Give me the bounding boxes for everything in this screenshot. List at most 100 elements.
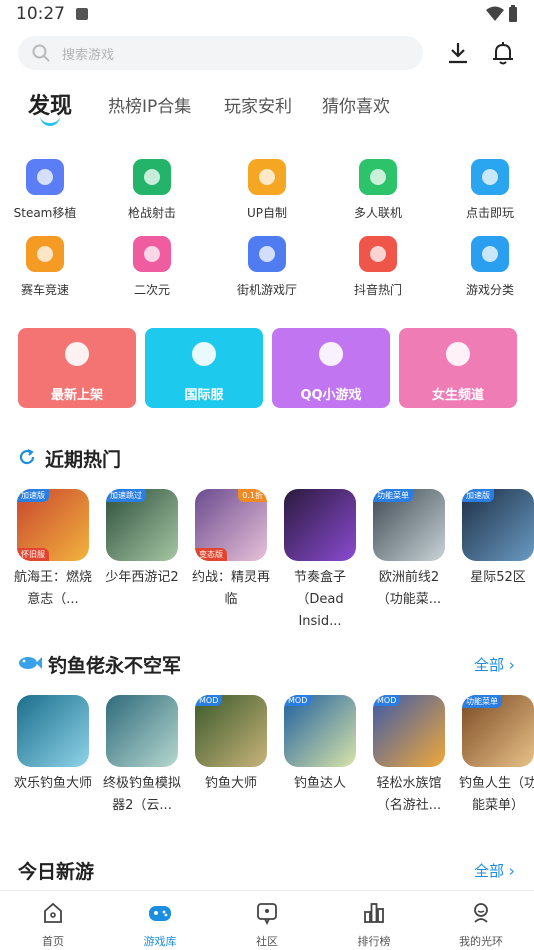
category-steam-port[interactable]: Steam移植 (0, 155, 90, 221)
game-name: 钓鱼达人 (293, 776, 346, 791)
nav-label: 排行榜 (357, 935, 391, 948)
category-label: 二次元 (133, 283, 170, 297)
category-label: 多人联机 (353, 206, 402, 220)
card-flame[interactable]: 最新上架 (18, 328, 136, 408)
game-card[interactable]: 节奏盒子（Dead Insid... (280, 489, 360, 633)
bell-icon[interactable] (490, 40, 516, 66)
category-label: 赛车竞速 (20, 283, 69, 297)
section-title-new: 今日新游 (18, 861, 95, 883)
game-thumbnail: MOD (284, 695, 356, 767)
category-label: 抖音热门 (353, 283, 402, 297)
status-time: 10:27 (16, 4, 65, 24)
card-label: 国际服 (184, 388, 224, 403)
category-cat-face[interactable]: 二次元 (107, 232, 197, 298)
category-label: 点击即玩 (465, 206, 514, 220)
steam-port-icon (23, 155, 67, 199)
game-thumbnail: MOD (195, 695, 267, 767)
game-name: 终极钓鱼模拟器2（云... (102, 776, 181, 813)
card-bow[interactable]: 女生频道 (399, 328, 517, 408)
game-card[interactable]: 加速跳过少年西游记2 (102, 489, 182, 589)
game-thumbnail: MOD (373, 695, 445, 767)
game-card[interactable]: 加速版星际52区 (458, 489, 534, 589)
game-card[interactable]: 加速版怀旧服航海王：燃烧意志（... (13, 489, 93, 611)
game-badge: 功能菜单 (373, 489, 413, 502)
game-card[interactable]: 欢乐钓鱼大师 (13, 695, 93, 795)
game-card[interactable]: MOD 钓鱼达人 (280, 695, 360, 795)
game-card[interactable]: 功能菜单钓鱼人生（功能菜单） (458, 695, 534, 817)
game-card[interactable]: 变态版 0.1折 约战：精灵再临 (191, 489, 271, 611)
card-pacman[interactable]: QQ小游戏 (272, 328, 390, 408)
nav-label: 社区 (256, 935, 278, 948)
nav-label: 我的光环 (459, 935, 503, 948)
game-thumbnail: 变态版 0.1折 (195, 489, 267, 561)
flame-icon (63, 340, 91, 368)
category-arcade[interactable]: 街机游戏厅 (222, 232, 312, 298)
game-card[interactable]: MOD 钓鱼大师 (191, 695, 271, 795)
card-helmet[interactable]: 国际服 (145, 328, 263, 408)
refresh-icon[interactable] (18, 448, 36, 466)
radar-icon (130, 155, 174, 199)
category-radar[interactable]: 枪战射击 (107, 155, 197, 221)
category-gamepad[interactable]: 多人联机 (333, 155, 423, 221)
game-badge: 功能菜单 (462, 695, 502, 708)
game-thumbnail: 加速跳过 (106, 489, 178, 561)
nav-profile[interactable]: 我的光环 (441, 901, 521, 949)
category-star-badge[interactable]: UP自制 (222, 155, 312, 221)
download-icon[interactable] (445, 40, 471, 66)
game-thumbnail (106, 695, 178, 767)
star-badge-icon (245, 155, 289, 199)
category-category-grid[interactable]: 游戏分类 (445, 232, 534, 298)
new-more-link[interactable]: 全部 › (474, 860, 515, 881)
nav-game-library[interactable]: 游戏库 (120, 901, 200, 949)
wifi-icon (486, 6, 504, 21)
game-name: 欢乐钓鱼大师 (13, 776, 92, 791)
tab-guess-like[interactable]: 猜你喜欢 (322, 92, 390, 117)
game-badge: 加速版 (17, 489, 49, 502)
game-card[interactable]: 功能菜单 欧洲前线2（功能菜... (369, 489, 449, 611)
category-label: 游戏分类 (465, 283, 514, 297)
tab-player-recommend[interactable]: 玩家安利 (224, 92, 292, 117)
category-grid-icon (468, 232, 512, 276)
game-thumbnail: 功能菜单 (373, 489, 445, 561)
more-label: 全部 (474, 656, 505, 674)
game-name: 航海王：燃烧意志（... (13, 570, 92, 607)
status-bar: 10:27 (0, 0, 534, 28)
category-label: 街机游戏厅 (236, 283, 297, 297)
battery-icon (509, 5, 517, 22)
game-name: 钓鱼人生（功能菜单） (458, 776, 534, 813)
bow-icon (444, 340, 472, 368)
card-label: 女生频道 (431, 388, 484, 403)
game-badge: 怀旧服 (17, 548, 49, 561)
game-badge: MOD (284, 695, 312, 706)
category-label: UP自制 (246, 206, 288, 220)
flame-icon (356, 232, 400, 276)
game-thumbnail: 加速版 怀旧服 (17, 489, 89, 561)
lightning-play-icon (468, 155, 512, 199)
car-icon (23, 232, 67, 276)
search-input[interactable]: 搜索游戏 (18, 36, 423, 70)
tab-hot-ip[interactable]: 热榜IP合集 (108, 92, 191, 117)
game-name: 星际52区 (470, 570, 526, 585)
arcade-icon (245, 232, 289, 276)
game-thumbnail (17, 695, 89, 767)
nav-community[interactable]: 社区 (227, 901, 307, 949)
category-flame[interactable]: 抖音热门 (333, 232, 423, 298)
game-card[interactable]: MOD 轻松水族馆（名游社... (369, 695, 449, 817)
fishing-more-link[interactable]: 全部 › (474, 654, 515, 675)
game-card[interactable]: 终极钓鱼模拟器2（云... (102, 695, 182, 817)
section-title-fishing: 钓鱼佬永不空军 (48, 655, 182, 677)
game-badge: MOD (373, 695, 401, 706)
category-car[interactable]: 赛车竞速 (0, 232, 90, 298)
search-icon (32, 44, 50, 62)
gamepad-icon (356, 155, 400, 199)
community-icon (257, 903, 277, 926)
game-name: 少年西游记2 (105, 570, 179, 585)
nav-home[interactable]: 首页 (13, 901, 93, 949)
game-name: 轻松水族馆（名游社... (376, 776, 442, 813)
game-thumbnail: 加速版 (462, 489, 534, 561)
game-thumbnail (284, 489, 356, 561)
game-badge: 变态版 (195, 548, 227, 561)
category-label: Steam移植 (13, 206, 77, 220)
category-lightning-play[interactable]: 点击即玩 (445, 155, 534, 221)
nav-ranking[interactable]: 排行榜 (334, 901, 414, 949)
